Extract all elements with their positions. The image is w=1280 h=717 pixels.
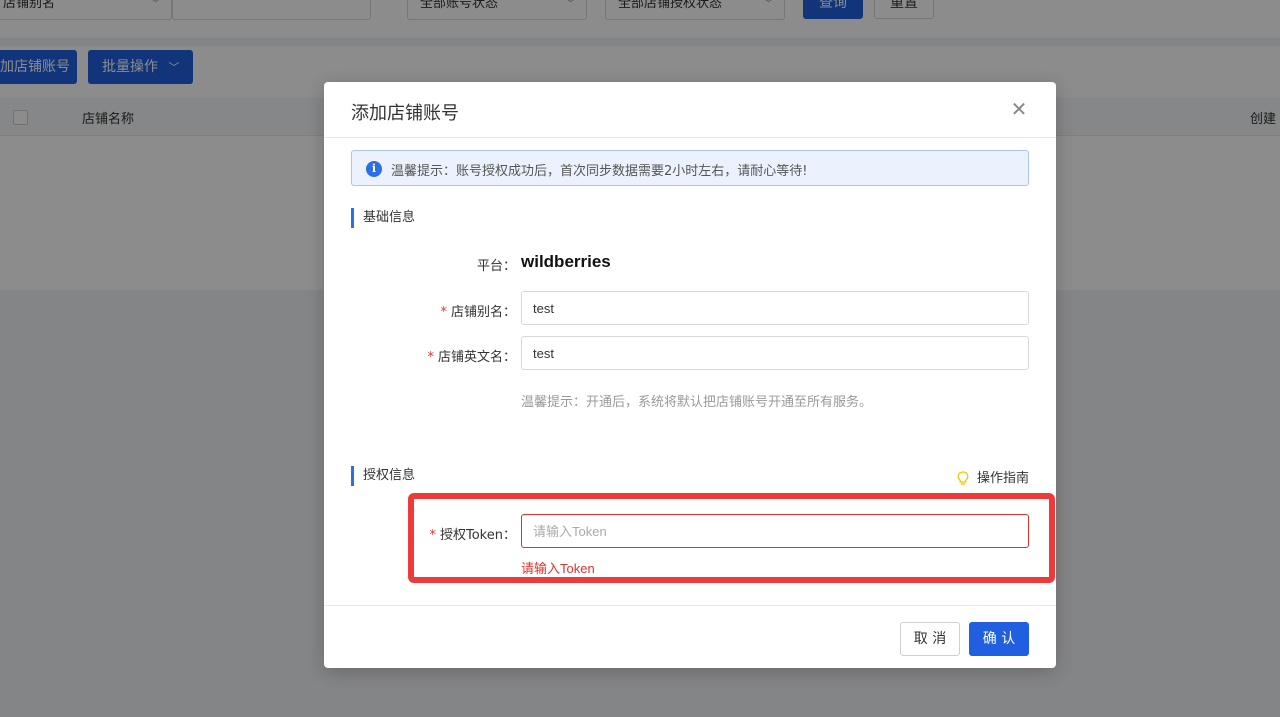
shop-english-name-label: * 店铺英文名： <box>427 350 516 365</box>
close-icon[interactable]: ✕ <box>1008 98 1030 120</box>
platform-value: wildberries <box>521 252 611 271</box>
info-icon: i <box>366 161 382 177</box>
section-auth-info: 授权信息 <box>351 466 415 486</box>
dialog-title: 添加店铺账号 <box>351 103 459 124</box>
dialog-footer: 取 消 确 认 <box>324 605 1056 668</box>
lightbulb-icon <box>957 471 969 485</box>
shop-alias-input[interactable] <box>521 291 1029 325</box>
confirm-button[interactable]: 确 认 <box>969 622 1029 656</box>
shop-alias-label: * 店铺别名： <box>440 305 516 320</box>
token-error-message: 请输入Token <box>521 561 595 576</box>
add-shop-account-dialog: 添加店铺账号 ✕ i 温馨提示：账号授权成功后，首次同步数据需要2小时左右，请耐… <box>324 82 1056 668</box>
info-alert: i 温馨提示：账号授权成功后，首次同步数据需要2小时左右，请耐心等待! <box>351 150 1029 186</box>
section-basic-info: 基础信息 <box>351 208 415 228</box>
required-asterisk: * <box>440 305 447 320</box>
cancel-button[interactable]: 取 消 <box>900 622 960 656</box>
required-asterisk: * <box>427 350 434 365</box>
service-hint: 温馨提示：开通后，系统将默认把店铺账号开通至所有服务。 <box>521 395 873 410</box>
token-label: * 授权Token： <box>429 528 517 543</box>
token-input[interactable] <box>521 514 1029 548</box>
operation-guide-link[interactable]: 操作指南 <box>957 467 1029 486</box>
platform-label: 平台： <box>476 259 516 274</box>
alert-text: 温馨提示：账号授权成功后，首次同步数据需要2小时左右，请耐心等待! <box>391 164 808 179</box>
shop-english-name-input[interactable] <box>521 336 1029 370</box>
required-asterisk: * <box>429 528 437 543</box>
dialog-header: 添加店铺账号 ✕ <box>324 82 1056 138</box>
